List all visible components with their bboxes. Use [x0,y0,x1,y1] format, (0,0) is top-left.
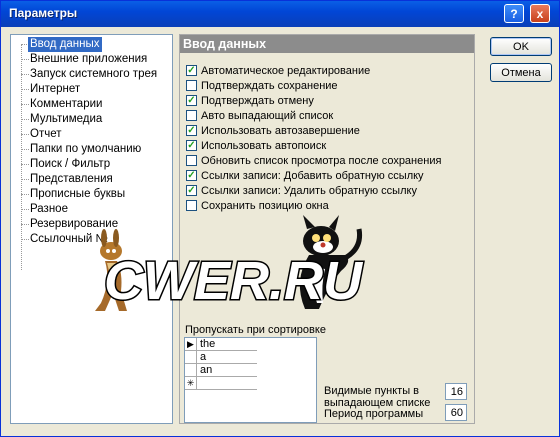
ignore-words-label: Пропускать при сортировке [185,324,326,336]
nav-item-external-apps[interactable]: Внешние приложения [30,52,147,67]
row-indicator [185,364,197,376]
window-title: Параметры [9,6,78,20]
option-auto-edit[interactable]: ✓ Автоматическое редактирование [186,64,371,78]
option-label: Ссылки записи: Добавить обратную ссылку [201,170,424,182]
checkbox-checked-icon[interactable]: ✓ [186,169,197,181]
nav-item-comments[interactable]: Комментарии [30,97,102,112]
visible-items-label-line1: Видимые пункты в [324,385,419,397]
table-cell[interactable]: an [200,364,212,376]
nav-item-views[interactable]: Представления [30,172,113,187]
watermark-text: CWER.RU [104,251,364,311]
visible-items-input[interactable]: 16 [445,383,467,400]
option-label: Авто выпадающий список [201,110,334,122]
option-autosearch[interactable]: ✓ Использовать автопоиск [186,139,327,153]
row-indicator [185,351,197,363]
table-row[interactable]: a [185,351,257,364]
ignore-words-grid[interactable]: ▶ the a an ✳ [184,337,317,423]
tree-branch [21,104,29,105]
close-icon: x [536,7,544,21]
current-row-icon: ▶ [185,338,197,350]
option-label: Подтверждать отмену [201,95,314,107]
help-icon: ? [510,7,518,21]
tree-branch [21,74,29,75]
nav-item-misc[interactable]: Разное [30,202,68,217]
option-label: Обновить список просмотра после сохранен… [201,155,442,167]
nav-item-internet[interactable]: Интернет [30,82,80,97]
cancel-button[interactable]: Отмена [490,63,552,82]
option-label: Использовать автопоиск [201,140,327,152]
tree-branch [21,209,29,210]
checkbox-icon[interactable] [186,199,197,211]
table-cell[interactable]: the [200,338,215,350]
checkbox-icon[interactable] [186,79,197,91]
ok-button[interactable]: OK [490,37,552,56]
nav-item-tray-startup[interactable]: Запуск системного трея [30,67,157,82]
table-cell[interactable]: a [200,351,206,363]
option-autocomplete[interactable]: ✓ Использовать автозавершение [186,124,360,138]
option-label: Ссылки записи: Удалить обратную ссылку [201,185,417,197]
tree-branch [21,194,29,195]
nav-item-report[interactable]: Отчет [30,127,62,142]
option-confirm-cancel[interactable]: ✓ Подтверждать отмену [186,94,314,108]
nav-item-capitals[interactable]: Прописные буквы [30,187,125,202]
table-row[interactable]: ▶ the [185,338,257,351]
checkbox-checked-icon[interactable]: ✓ [186,184,197,196]
tree-branch [21,59,29,60]
checkbox-icon[interactable] [186,109,197,121]
option-confirm-save[interactable]: Подтверждать сохранение [186,79,338,93]
panel-header: Ввод данных [180,35,474,53]
tree-branch [21,224,29,225]
close-button[interactable]: x [530,4,550,23]
tree-branch [21,89,29,90]
nav-item-data-entry[interactable]: Ввод данных [28,37,102,52]
checkbox-checked-icon[interactable]: ✓ [186,94,197,106]
tree-branch [21,134,29,135]
new-row-icon: ✳ [185,377,197,389]
help-button[interactable]: ? [504,4,524,23]
option-add-backlink[interactable]: ✓ Ссылки записи: Добавить обратную ссылку [186,169,424,183]
checkbox-checked-icon[interactable]: ✓ [186,64,197,76]
table-new-row[interactable]: ✳ [185,377,257,390]
table-row[interactable]: an [185,364,257,377]
tree-branch [21,179,29,180]
tree-branch [21,164,29,165]
options-dialog: Параметры ? x Ввод данных Внешние прилож… [0,0,560,437]
program-period-label: Период программы [324,408,424,420]
program-period-input[interactable]: 60 [445,404,467,421]
option-label: Автоматическое редактирование [201,65,371,77]
checkbox-icon[interactable] [186,154,197,166]
watermark-logo: CWER.RU [95,215,365,313]
checkbox-checked-icon[interactable]: ✓ [186,139,197,151]
option-remove-backlink[interactable]: ✓ Ссылки записи: Удалить обратную ссылку [186,184,417,198]
option-refresh-list[interactable]: Обновить список просмотра после сохранен… [186,154,442,168]
tree-branch [21,239,29,240]
tree-branch [21,119,29,120]
tree-line [21,44,22,270]
option-label: Использовать автозавершение [201,125,360,137]
option-auto-dropdown[interactable]: Авто выпадающий список [186,109,334,123]
nav-item-search-filter[interactable]: Поиск / Фильтр [30,157,110,172]
title-bar[interactable]: Параметры ? x [1,1,559,27]
checkbox-checked-icon[interactable]: ✓ [186,124,197,136]
option-label: Подтверждать сохранение [201,80,338,92]
nav-item-default-folders[interactable]: Папки по умолчанию [30,142,141,157]
tree-branch [21,149,29,150]
nav-item-multimedia[interactable]: Мультимедиа [30,112,102,127]
